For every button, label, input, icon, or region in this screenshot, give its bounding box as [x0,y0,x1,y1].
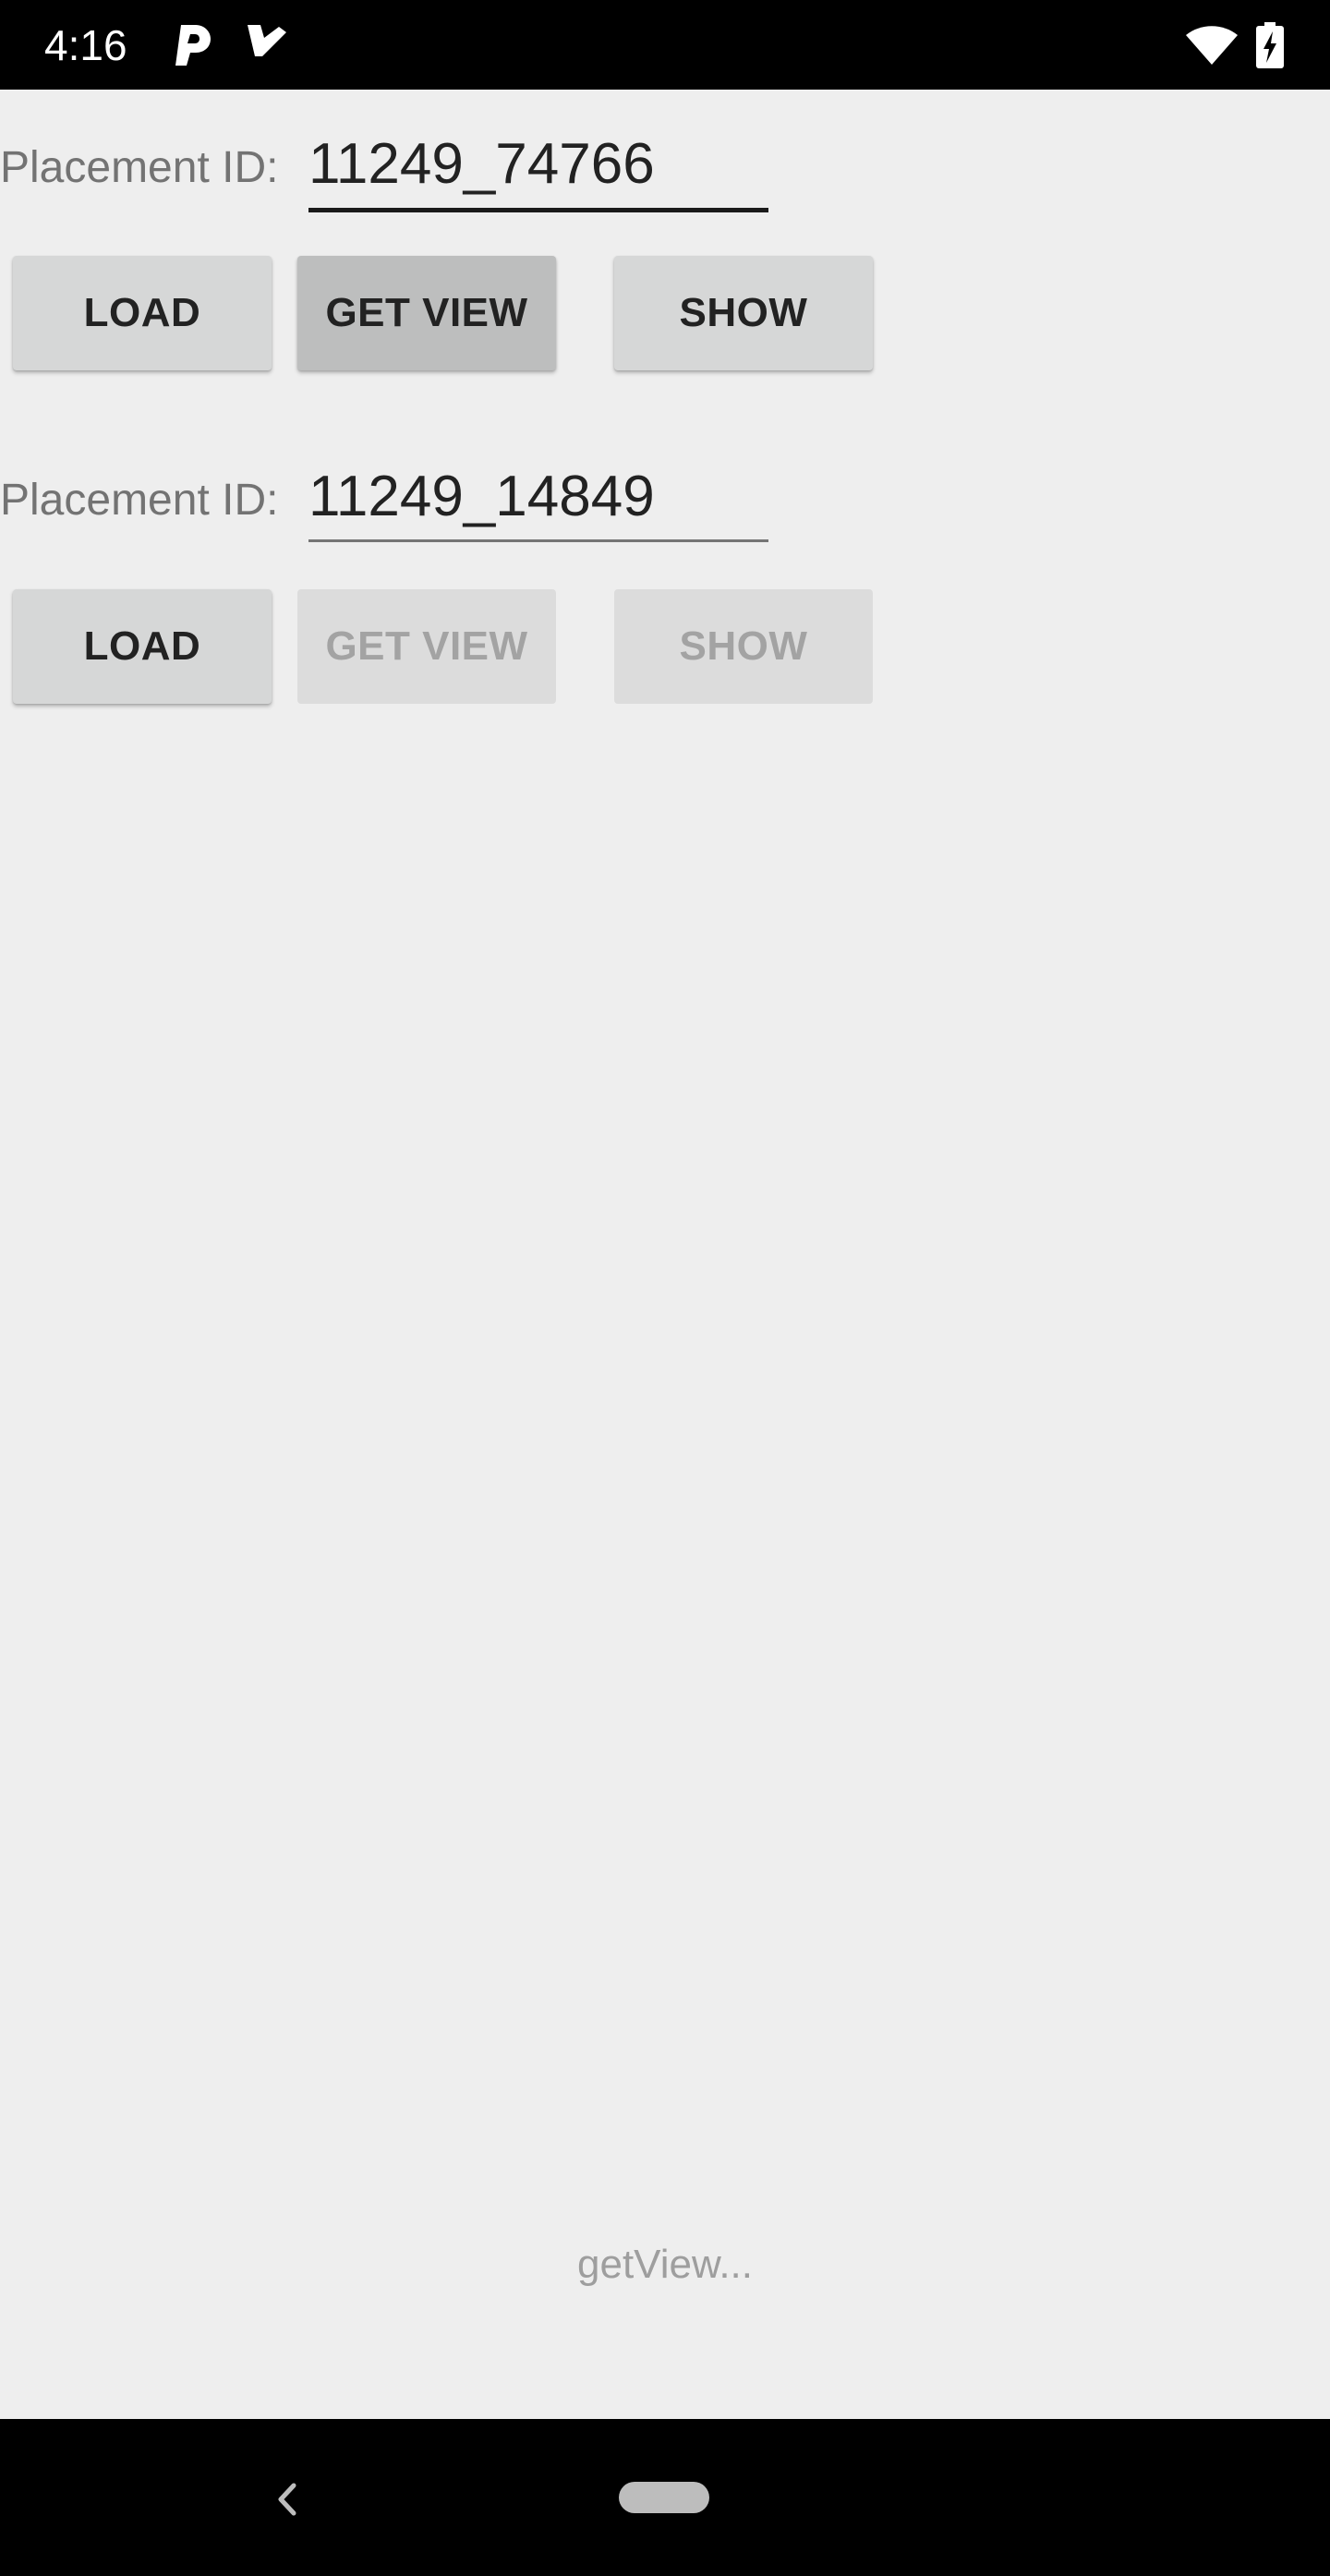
placement-id-input-underline [308,539,768,542]
status-message: getView... [577,2242,753,2287]
show-button: SHOW [614,589,873,704]
placement-id-label: Placement ID: [0,143,279,192]
wifi-icon [1186,26,1238,65]
get-view-button: GET VIEW [297,589,556,704]
battery-charging-icon [1256,22,1284,68]
placement-id-input[interactable] [308,464,768,530]
checkmark-app-icon [248,25,286,56]
placement-id-input[interactable] [308,131,768,198]
status-time: 4:16 [44,21,127,69]
navigation-bar [0,2419,1330,2576]
back-icon[interactable] [268,2476,305,2522]
p-app-icon [175,25,211,66]
status-bar: 4:16 [0,0,1330,90]
show-button[interactable]: SHOW [614,256,873,370]
load-button[interactable]: LOAD [13,589,272,704]
placement-id-input-underline [308,208,768,212]
placement-id-label: Placement ID: [0,476,279,525]
load-button[interactable]: LOAD [13,256,272,370]
get-view-button[interactable]: GET VIEW [297,256,556,370]
home-pill-button[interactable] [619,2482,709,2513]
